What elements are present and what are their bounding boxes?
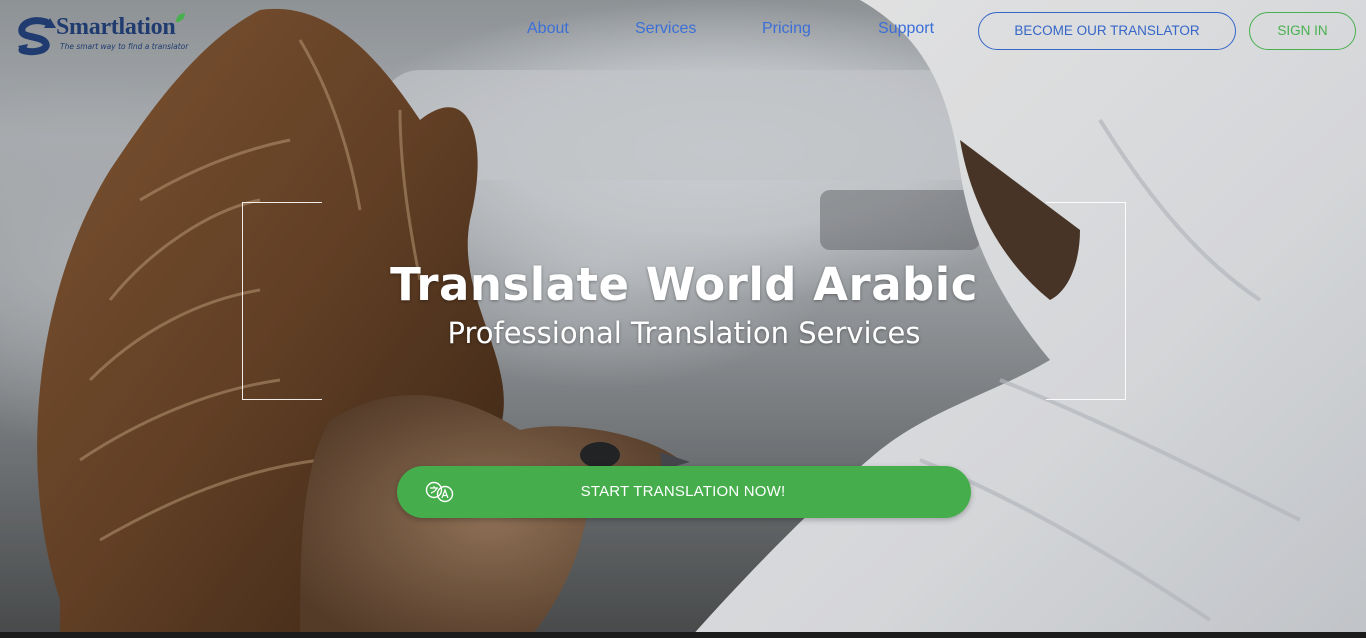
landing-page: Smartlation The smart way to find a tran… (0, 0, 1366, 638)
nav-support-link[interactable]: Support (878, 20, 934, 38)
sign-in-button[interactable]: SIGN IN (1249, 12, 1356, 50)
logo-swoosh-icon (18, 17, 56, 56)
bottom-edge-divider (0, 632, 1366, 638)
nav-pricing-link[interactable]: Pricing (762, 20, 811, 38)
nav-about-link[interactable]: About (527, 20, 569, 38)
start-translation-label: START TRANSLATION NOW! (580, 483, 786, 500)
logo-leaf-icon (176, 13, 185, 22)
logo-tagline: The smart way to find a translator (60, 42, 189, 51)
nav-services-link[interactable]: Services (635, 20, 696, 38)
site-logo[interactable]: Smartlation The smart way to find a tran… (16, 13, 202, 58)
hero-title: Translate World Arabic (390, 258, 978, 311)
site-header: Smartlation The smart way to find a tran… (0, 0, 1366, 66)
logo-wordmark: Smartlation (56, 14, 176, 40)
start-translation-button[interactable]: START TRANSLATION NOW! (397, 466, 971, 518)
become-translator-button[interactable]: BECOME OUR TRANSLATOR (978, 12, 1236, 50)
hero-subtitle: Professional Translation Services (447, 316, 921, 350)
